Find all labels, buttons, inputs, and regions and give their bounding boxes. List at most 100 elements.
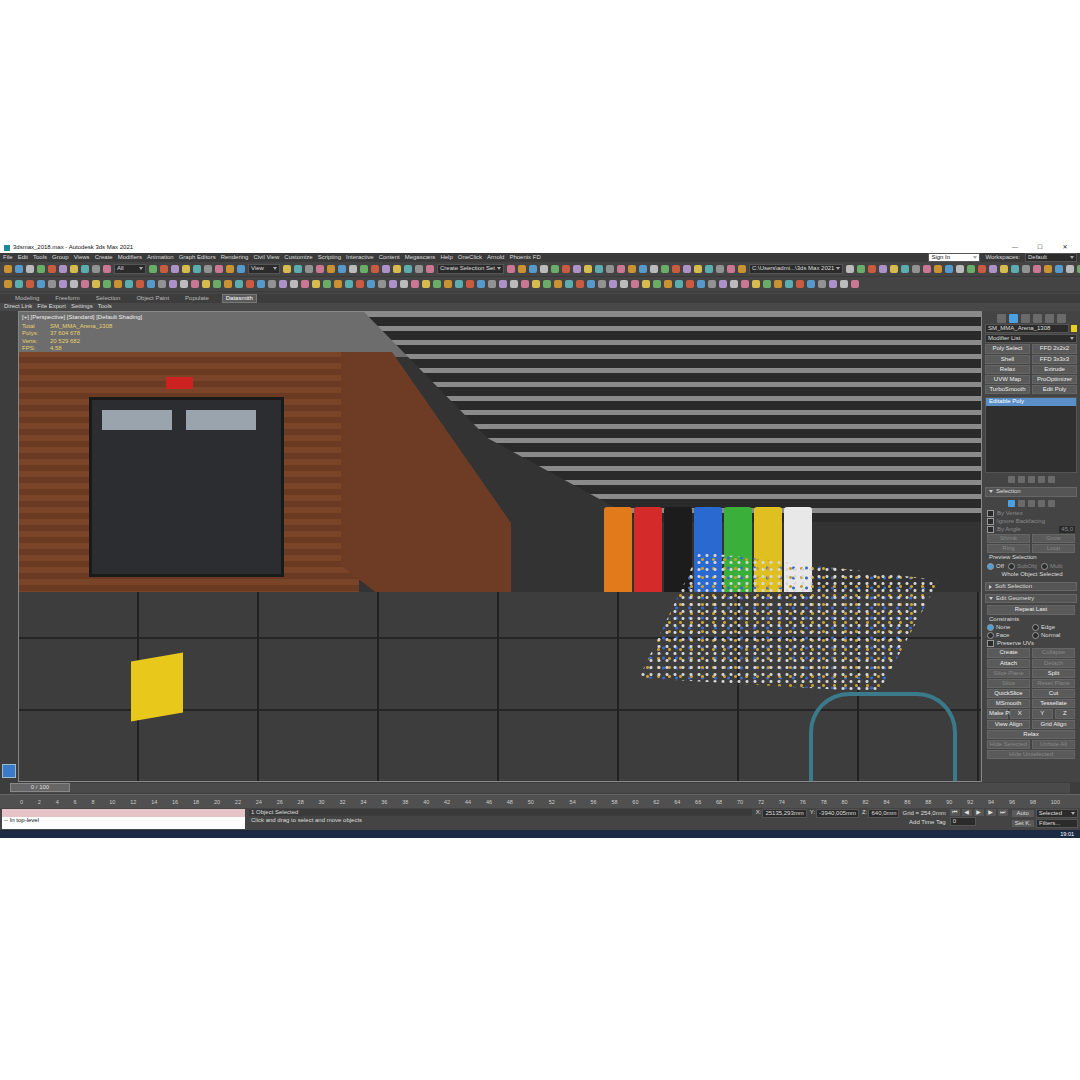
tool-icon[interactable] (1077, 265, 1080, 273)
tool-icon[interactable] (103, 265, 111, 273)
menu-item[interactable]: Rendering (221, 254, 249, 261)
time-slider-thumb[interactable]: 0 / 100 (10, 783, 70, 792)
window-control[interactable]: — (1004, 244, 1026, 251)
geometry-button[interactable]: Split (1032, 669, 1075, 678)
menu-item[interactable]: Interactive (346, 254, 374, 261)
tool-icon[interactable] (215, 265, 223, 273)
tool-icon[interactable] (846, 265, 854, 273)
geometry-button[interactable]: Relax (987, 730, 1075, 739)
ribbon-item[interactable]: Settings (71, 303, 93, 310)
menu-item[interactable]: Civil View (253, 254, 279, 261)
radio-option[interactable]: Off (987, 563, 1004, 570)
tool-icon[interactable] (1033, 265, 1041, 273)
tool-icon[interactable] (268, 280, 276, 288)
tool-icon[interactable] (92, 280, 100, 288)
geometry-button[interactable]: Hide Selected (987, 740, 1030, 749)
tool-icon[interactable] (371, 265, 379, 273)
tool-icon[interactable] (1022, 265, 1030, 273)
menu-item[interactable]: Graph Editors (179, 254, 216, 261)
tool-icon[interactable] (349, 265, 357, 273)
modifier-button[interactable]: FFD 3x3x3 (1032, 355, 1077, 364)
tool-icon[interactable] (741, 280, 749, 288)
menu-item[interactable]: File (3, 254, 13, 261)
tool-icon[interactable] (675, 280, 683, 288)
tool-icon[interactable] (389, 280, 397, 288)
geometry-button[interactable]: Collapse (1032, 648, 1075, 657)
command-tab-icon[interactable] (1021, 314, 1030, 323)
tool-icon[interactable] (433, 280, 441, 288)
tool-icon[interactable] (967, 265, 975, 273)
tool-icon[interactable] (103, 280, 111, 288)
tool-icon[interactable] (532, 280, 540, 288)
tool-icon[interactable] (70, 280, 78, 288)
track-bar[interactable]: 0246810121416182022242628303234363840424… (0, 794, 1080, 808)
tool-icon[interactable] (978, 265, 986, 273)
tool-icon[interactable] (595, 265, 603, 273)
tool-icon[interactable] (382, 265, 390, 273)
selection-button[interactable]: Ring (987, 544, 1030, 553)
tool-icon[interactable] (562, 265, 570, 273)
tool-icon[interactable] (609, 280, 617, 288)
menu-item[interactable]: Animation (147, 254, 174, 261)
tool-icon[interactable] (360, 265, 368, 273)
tool-icon[interactable] (224, 280, 232, 288)
tool-icon[interactable] (598, 280, 606, 288)
tool-icon[interactable] (466, 280, 474, 288)
menu-item[interactable]: Edit (18, 254, 28, 261)
tool-icon[interactable] (956, 265, 964, 273)
tool-icon[interactable] (367, 280, 375, 288)
set-key-button[interactable]: Set K. (1012, 820, 1034, 827)
tool-icon[interactable] (59, 280, 67, 288)
object-name-field[interactable]: SM_MMA_Arena_1308 (985, 324, 1069, 333)
tool-icon[interactable] (404, 265, 412, 273)
command-tab-icon[interactable] (1033, 314, 1042, 323)
tool-icon[interactable] (327, 265, 335, 273)
playback-button[interactable]: ⏭ (998, 809, 1008, 816)
tool-icon[interactable] (606, 265, 614, 273)
tool-icon[interactable] (378, 280, 386, 288)
geometry-button[interactable]: Detach (1032, 659, 1075, 668)
tool-icon[interactable] (158, 280, 166, 288)
menu-item[interactable]: Create (95, 254, 113, 261)
tool-icon[interactable] (323, 280, 331, 288)
tool-icon[interactable] (4, 280, 12, 288)
tool-icon[interactable] (617, 265, 625, 273)
menu-item[interactable]: Arnold (487, 254, 504, 261)
add-time-tag[interactable]: Add Time Tag (909, 819, 946, 826)
tool-icon[interactable] (697, 280, 705, 288)
coordinate-field[interactable]: 25135,293mm (762, 809, 806, 818)
tool-icon[interactable] (868, 265, 876, 273)
tool-icon[interactable] (576, 280, 584, 288)
checkbox[interactable] (987, 518, 994, 525)
angle-spinner[interactable]: 45,0 (1059, 526, 1075, 533)
tool-icon[interactable] (639, 265, 647, 273)
selection-button[interactable]: Shrink (987, 534, 1030, 543)
tool-icon[interactable] (573, 265, 581, 273)
tool-icon[interactable] (554, 280, 562, 288)
modifier-list-dropdown[interactable]: Modifier List (985, 334, 1077, 343)
ribbon-item[interactable]: Tools (98, 303, 112, 310)
tool-icon[interactable] (620, 280, 628, 288)
stack-tool-icon[interactable] (1018, 476, 1025, 483)
tool-icon[interactable] (510, 280, 518, 288)
tool-icon[interactable] (426, 265, 434, 273)
tool-icon[interactable] (543, 280, 551, 288)
tool-icon[interactable] (37, 265, 45, 273)
tool-icon[interactable] (763, 280, 771, 288)
tool-icon[interactable] (213, 280, 221, 288)
geometry-button[interactable]: Unhide All (1032, 740, 1075, 749)
tool-icon[interactable] (785, 280, 793, 288)
tool-icon[interactable] (752, 280, 760, 288)
geometry-button[interactable]: Y (1032, 709, 1053, 718)
tool-icon[interactable] (81, 265, 89, 273)
geometry-button[interactable]: MSmooth (987, 699, 1030, 708)
subobject-icon[interactable] (1018, 500, 1025, 507)
tool-icon[interactable] (653, 280, 661, 288)
tool-icon[interactable] (879, 265, 887, 273)
tool-icon[interactable] (840, 280, 848, 288)
rollout-header[interactable]: Edit Geometry (985, 594, 1077, 603)
tool-icon[interactable] (15, 280, 23, 288)
tool-icon[interactable] (529, 265, 537, 273)
modifier-button[interactable]: Poly Select (985, 344, 1030, 353)
menu-item[interactable]: Tools (33, 254, 47, 261)
